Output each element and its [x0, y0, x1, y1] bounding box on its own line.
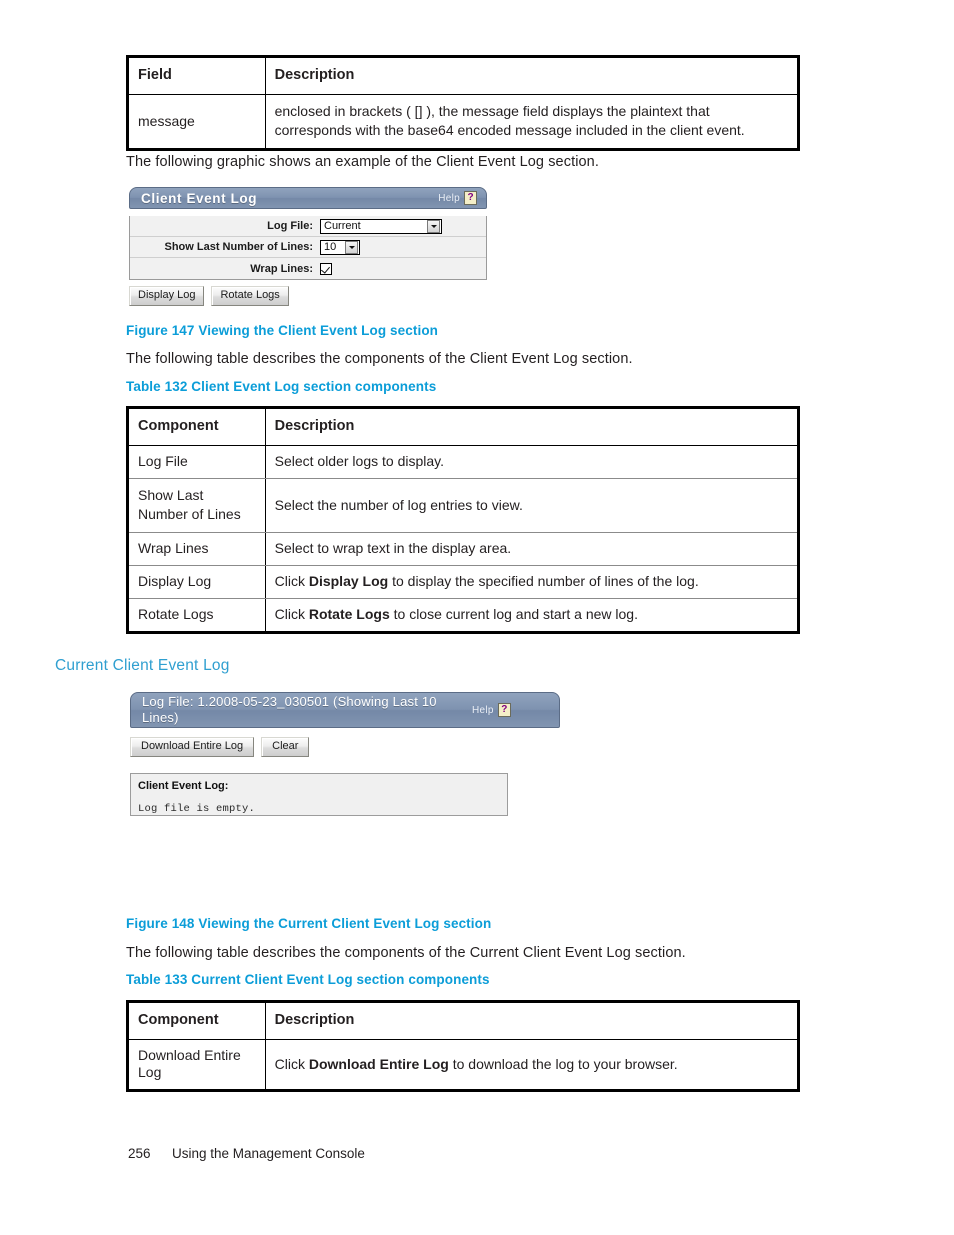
clear-button[interactable]: Clear	[261, 737, 310, 757]
cell-description: Click Display Log to display the specifi…	[264, 565, 799, 599]
panel-header-current-client-event-log: Log File: 1.2008-05-23_030501 (Showing L…	[130, 692, 560, 728]
table-133-caption: Table 133 Current Client Event Log secti…	[126, 972, 490, 987]
desc-post: Select to wrap text in the display area.	[274, 540, 512, 556]
cell-description: Select the number of log entries to view…	[264, 478, 799, 533]
cell-description: Click Download Entire Log to download th…	[264, 1039, 799, 1091]
column-header-description: Description	[264, 1001, 799, 1040]
desc-pre: Click	[274, 1055, 309, 1072]
cell-component: Rotate Logs	[138, 606, 214, 622]
desc-bold: Rotate Logs	[308, 606, 390, 622]
log-file-select-value: Current	[324, 219, 361, 232]
table-header-row: Field Description	[127, 56, 799, 95]
desc-post: to download the log to your browser.	[448, 1055, 678, 1072]
cell-component: Download Entire Log	[138, 1047, 241, 1080]
cell-description: Select to wrap text in the display area.	[264, 532, 799, 566]
field-wrap-lines	[320, 262, 486, 275]
help-label: Help	[438, 192, 460, 204]
table-row: Show Last Number of Lines Select the num…	[127, 478, 799, 533]
table-header-row: Component Description	[127, 1001, 799, 1040]
form-row-show-last-lines: Show Last Number of Lines: 10	[130, 237, 486, 258]
footer-title: Using the Management Console	[172, 1146, 365, 1161]
page-number: 256	[128, 1146, 151, 1161]
desc-post: to display the specified number of lines…	[388, 573, 699, 589]
help-question-icon[interactable]: ?	[464, 191, 477, 205]
intro-paragraph-1: The following graphic shows an example o…	[126, 154, 599, 170]
table-row: Display Log Click Display Log to display…	[127, 565, 799, 599]
desc-pre: Click	[274, 606, 309, 622]
panel-header-client-event-log: Client Event Log Help ?	[129, 187, 487, 209]
download-entire-log-button[interactable]: Download Entire Log	[130, 737, 255, 757]
column-header-description: Description	[264, 407, 799, 446]
cell-component: Log File	[127, 445, 266, 479]
table-header-row: Component Description	[127, 407, 799, 446]
column-header-component: Component	[127, 1001, 266, 1040]
help-link[interactable]: Help ?	[438, 191, 480, 205]
cell-component: Wrap Lines	[127, 532, 266, 566]
help-link[interactable]: Help ?	[472, 703, 514, 717]
table-row: message enclosed in brackets ( [] ), the…	[128, 94, 799, 150]
show-last-lines-select[interactable]: 10	[320, 239, 360, 255]
label-log-file: Log File:	[267, 220, 313, 232]
desc-post: to close current log and start a new log…	[389, 606, 638, 622]
log-output-title: Client Event Log:	[138, 780, 229, 792]
column-header-description: Description	[264, 56, 799, 95]
chevron-down-icon[interactable]	[427, 219, 440, 233]
cell-description: Click Rotate Logs to close current log a…	[264, 598, 799, 633]
cell-description: Select older logs to display.	[264, 445, 799, 479]
show-last-lines-select-value: 10	[324, 240, 337, 253]
panel-title: Client Event Log	[141, 190, 258, 206]
table-row: Wrap Lines Select to wrap text in the di…	[127, 532, 799, 566]
display-log-button[interactable]: Display Log	[129, 286, 205, 306]
column-header-field: Field	[127, 56, 266, 95]
client-event-log-form: Log File: Current Show Last Number of Li…	[129, 216, 487, 280]
field-log-file: Current	[320, 218, 486, 234]
cell-description: enclosed in brackets ( [] ), the message…	[264, 94, 799, 150]
rotate-logs-button[interactable]: Rotate Logs	[211, 286, 289, 306]
current-client-event-log-screenshot: Log File: 1.2008-05-23_030501 (Showing L…	[130, 692, 560, 816]
log-output-content: Log file is empty.	[138, 803, 256, 815]
table-row: Rotate Logs Click Rotate Logs to close c…	[128, 598, 799, 633]
client-event-log-button-row: Display Log Rotate Logs	[129, 286, 487, 306]
section-heading-current-client-event-log: Current Client Event Log	[55, 657, 230, 674]
client-event-log-screenshot: Client Event Log Help ? Log File: Curren…	[129, 187, 487, 306]
help-question-icon[interactable]: ?	[497, 703, 511, 717]
table-row: Download Entire Log Click Download Entir…	[128, 1039, 799, 1091]
chevron-down-icon[interactable]	[345, 240, 358, 254]
client-event-log-output-box: Client Event Log: Log file is empty.	[130, 773, 508, 816]
desc-post: Select older logs to display.	[274, 453, 444, 469]
document-page: Field Description message enclosed in br…	[0, 0, 954, 1235]
figure-148-caption: Figure 148 Viewing the Current Client Ev…	[126, 916, 492, 931]
intro-paragraph-3: The following table describes the compon…	[126, 945, 686, 961]
form-row-wrap-lines: Wrap Lines:	[130, 258, 486, 279]
label-wrap-lines: Wrap Lines:	[250, 262, 313, 275]
label-show-last-number-of-lines: Show Last Number of Lines:	[164, 241, 313, 253]
table-133: Component Description Download Entire Lo…	[126, 1000, 800, 1092]
help-label: Help	[472, 704, 494, 716]
current-log-button-row: Download Entire Log Clear	[130, 737, 560, 757]
table-132-caption: Table 132 Client Event Log section compo…	[126, 379, 437, 394]
figure-147-caption: Figure 147 Viewing the Client Event Log …	[126, 323, 439, 338]
desc-bold: Download Entire Log	[308, 1055, 449, 1072]
desc-post: Select the number of log entries to view…	[274, 496, 523, 513]
table-row: Log File Select older logs to display.	[127, 445, 799, 479]
table-132: Component Description Log File Select ol…	[126, 406, 800, 634]
field-show-last-number-of-lines: 10	[320, 239, 486, 255]
wrap-lines-checkbox[interactable]	[320, 262, 332, 275]
panel-title: Log File: 1.2008-05-23_030501 (Showing L…	[142, 694, 437, 725]
desc-bold: Display Log	[308, 573, 389, 589]
column-header-component: Component	[127, 407, 266, 446]
cell-component: Show Last Number of Lines	[127, 478, 266, 533]
desc-pre: Click	[274, 573, 309, 589]
cell-component: Display Log	[127, 565, 266, 599]
form-row-log-file: Log File: Current	[130, 216, 486, 237]
cell-component: message	[138, 112, 195, 129]
log-file-select[interactable]: Current	[320, 218, 442, 234]
intro-paragraph-2: The following table describes the compon…	[126, 351, 633, 367]
field-description-table: Field Description message enclosed in br…	[126, 55, 800, 151]
